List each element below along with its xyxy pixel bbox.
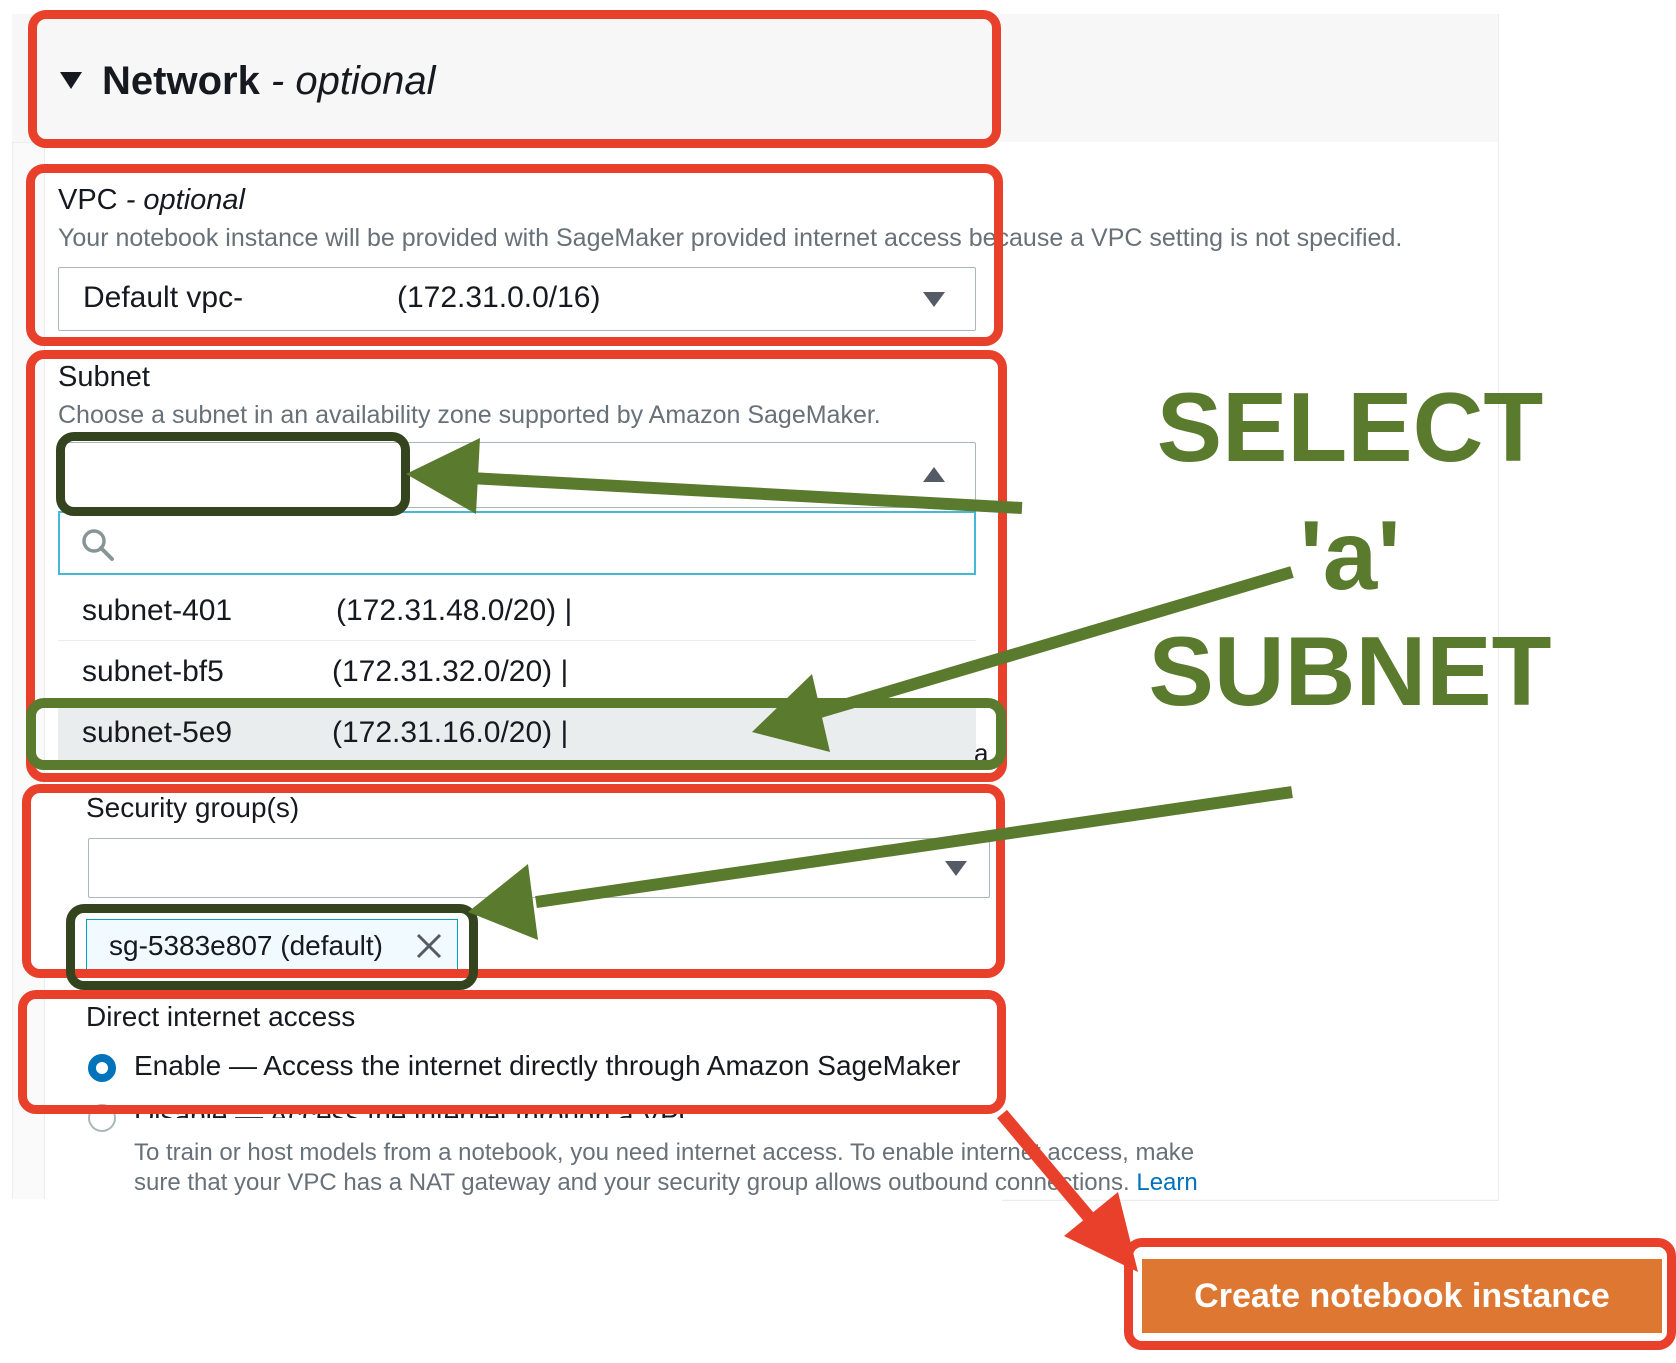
annotation-text-a: 'a' [1299,500,1401,610]
annotation-text-select: SELECT [1156,372,1544,482]
annotation-text-subnet: SUBNET [1148,616,1552,726]
